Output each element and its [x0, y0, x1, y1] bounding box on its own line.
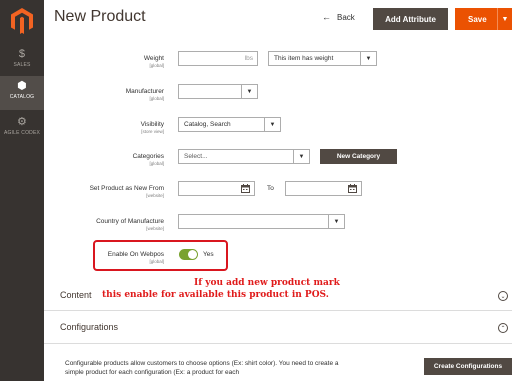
- content-section-title[interactable]: Content: [60, 290, 92, 300]
- page-title: New Product: [54, 8, 146, 25]
- scope-label: [website]: [146, 193, 164, 198]
- scope-label: [global]: [149, 96, 164, 101]
- scope-label: [global]: [149, 161, 164, 166]
- calendar-icon[interactable]: [348, 184, 357, 193]
- webpos-label: Enable On Webpos [global]: [107, 251, 164, 264]
- country-select[interactable]: ▼: [178, 214, 345, 229]
- chevron-down-icon: ▼: [264, 118, 280, 131]
- visibility-select[interactable]: Catalog, Search ▼: [178, 117, 281, 132]
- visibility-value: Catalog, Search: [184, 121, 231, 128]
- configurations-description: Configurable products allow customers to…: [65, 360, 339, 376]
- categories-label: Categories [global]: [132, 153, 164, 166]
- manufacturer-label: Manufacturer [global]: [125, 88, 164, 101]
- scope-label: [global]: [149, 63, 164, 68]
- section-divider: [44, 343, 512, 344]
- weight-type-select[interactable]: This item has weight ▼: [268, 51, 377, 66]
- weight-type-value: This item has weight: [274, 55, 334, 62]
- webpos-toggle[interactable]: [179, 249, 198, 260]
- new-category-button[interactable]: New Category: [320, 149, 397, 164]
- weight-unit: lbs: [244, 55, 253, 62]
- sidebar-item-label: SALES: [13, 62, 31, 68]
- webpos-value-label: Yes: [203, 251, 214, 258]
- chevron-down-icon: ▼: [328, 215, 344, 228]
- chevron-down-icon[interactable]: ⌄: [498, 291, 508, 301]
- country-label: Country of Manufacture [website]: [96, 218, 164, 231]
- scope-label: [website]: [146, 226, 164, 231]
- chevron-down-icon: ▼: [360, 52, 376, 65]
- categories-placeholder: Select...: [184, 153, 208, 160]
- cube-icon: ⬢: [17, 80, 27, 92]
- add-attribute-button[interactable]: Add Attribute: [373, 8, 448, 30]
- scope-label: [store view]: [141, 129, 164, 134]
- toggle-knob: [188, 250, 197, 259]
- create-configurations-button[interactable]: Create Configurations: [424, 358, 512, 375]
- new-from-label: Set Product as New From [website]: [89, 185, 164, 198]
- sidebar-item-agile-codex[interactable]: ⚙ AGILE CODEX: [0, 112, 44, 146]
- scope-label: [global]: [149, 259, 164, 264]
- categories-select[interactable]: Select... ▼: [178, 149, 310, 164]
- gear-icon: ⚙: [16, 116, 28, 128]
- sidebar-item-catalog[interactable]: ⬢ CATALOG: [0, 76, 44, 110]
- weight-input[interactable]: lbs: [178, 51, 258, 66]
- sidebar-item-label: CATALOG: [9, 94, 35, 100]
- calendar-icon[interactable]: [241, 184, 250, 193]
- new-from-date-input[interactable]: [178, 181, 255, 196]
- back-label: Back: [337, 13, 355, 22]
- section-divider: [44, 310, 512, 311]
- dollar-icon: $: [18, 48, 26, 60]
- admin-sidebar: $ SALES ⬢ CATALOG ⚙ AGILE CODEX: [0, 0, 44, 381]
- annotation-line-1: If you add new product mark: [194, 278, 340, 288]
- magento-logo-icon[interactable]: [11, 8, 33, 34]
- chevron-down-icon: ▼: [241, 85, 257, 98]
- save-label: Save: [468, 14, 487, 24]
- visibility-label: Visibility [store view]: [140, 121, 164, 134]
- weight-label: Weight [global]: [143, 55, 164, 68]
- manufacturer-select[interactable]: ▼: [178, 84, 258, 99]
- to-label: To: [267, 185, 274, 192]
- back-button[interactable]: ← Back: [322, 12, 355, 22]
- arrow-left-icon: ←: [322, 12, 331, 22]
- chevron-up-icon[interactable]: ⌃: [498, 323, 508, 333]
- save-button[interactable]: Save ▼: [455, 8, 512, 30]
- chevron-down-icon: ▼: [293, 150, 309, 163]
- sidebar-item-label: AGILE CODEX: [3, 130, 41, 136]
- sidebar-item-sales[interactable]: $ SALES: [0, 44, 44, 78]
- annotation-line-2: this enable for available this product i…: [102, 290, 329, 300]
- chevron-down-icon[interactable]: ▼: [497, 8, 512, 30]
- configurations-section-title[interactable]: Configurations: [60, 322, 118, 332]
- new-to-date-input[interactable]: [285, 181, 362, 196]
